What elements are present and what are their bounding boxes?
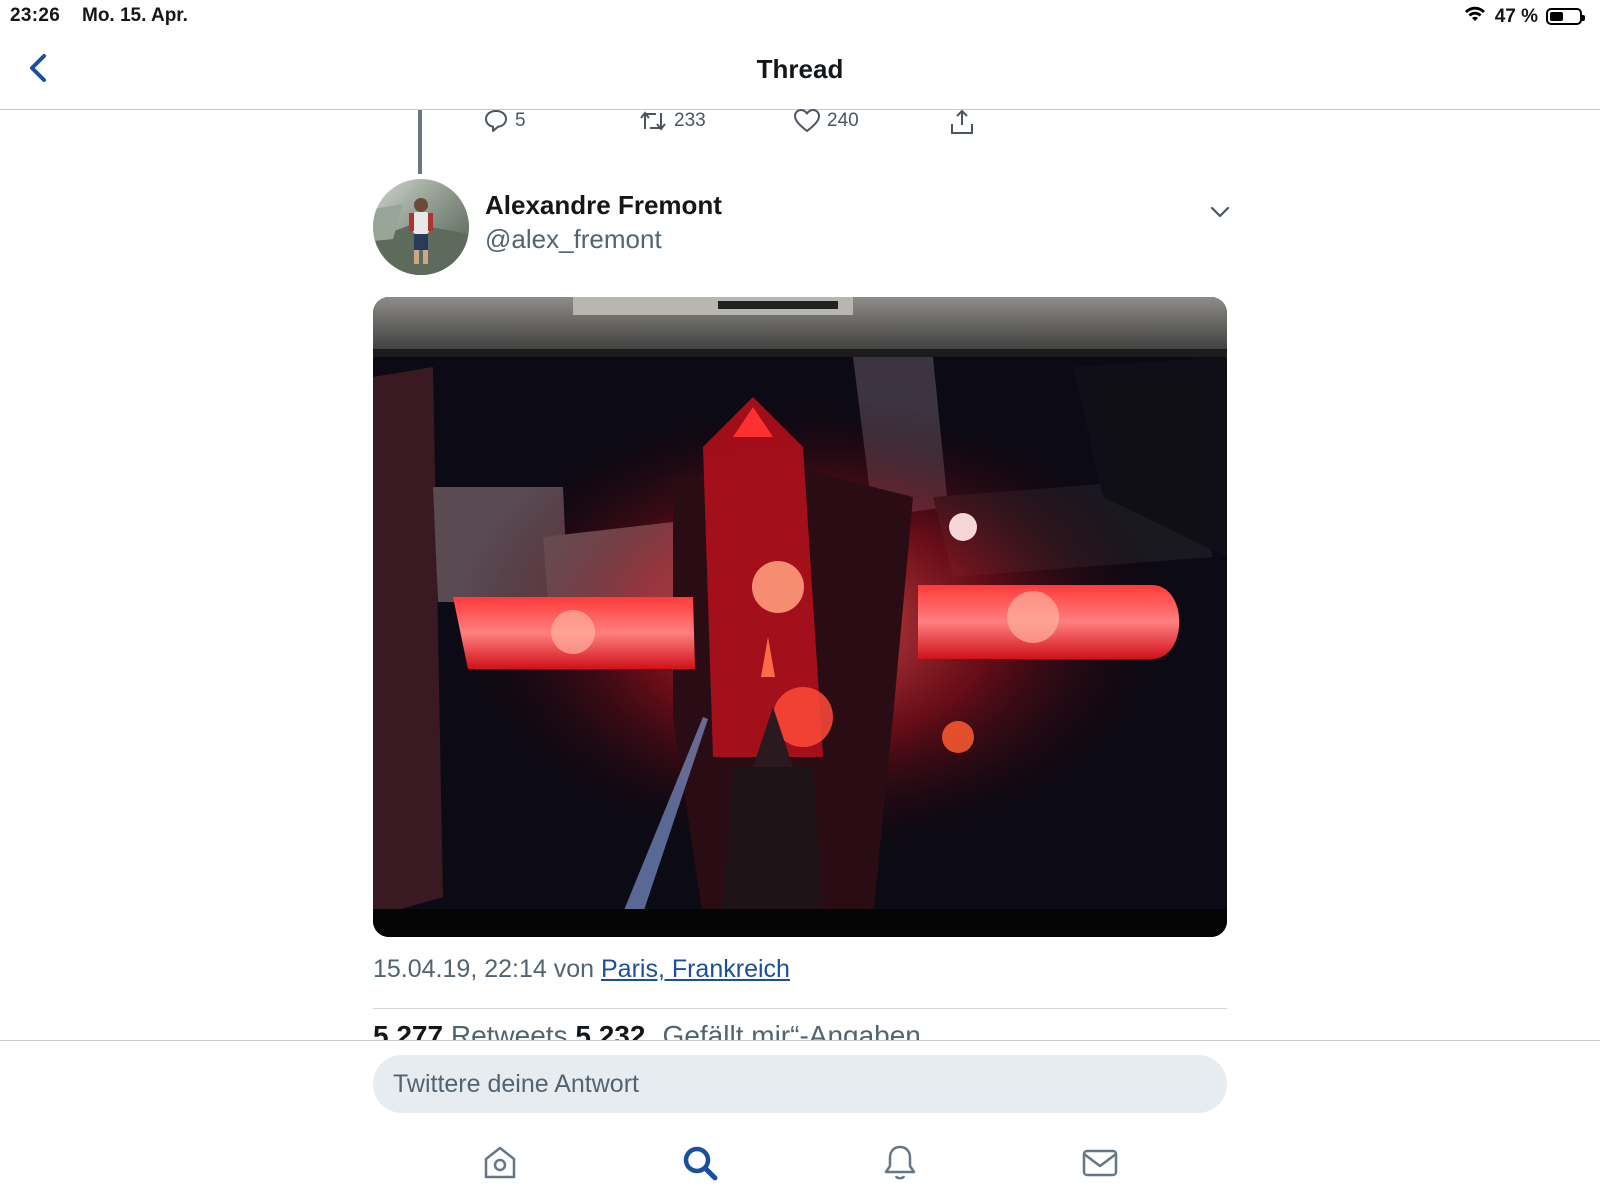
location-link[interactable]: Paris, Frankreich xyxy=(601,955,790,983)
tab-search[interactable] xyxy=(678,1141,722,1185)
share-button[interactable] xyxy=(948,108,976,136)
author-name[interactable]: Alexandre Fremont xyxy=(485,190,722,221)
tab-home[interactable] xyxy=(478,1141,522,1185)
navigation-bar: Thread xyxy=(0,32,1600,110)
battery-level xyxy=(1550,12,1563,21)
avatar[interactable] xyxy=(373,179,469,275)
status-date: Mo. 15. Apr. xyxy=(82,5,188,26)
status-bar: 23:26 Mo. 15. Apr. 47 % xyxy=(0,0,1600,32)
engagement-stats: 5.277 Retweets 5.232 „Gefällt mir“-Angab… xyxy=(373,1020,921,1040)
divider xyxy=(373,1008,1227,1009)
wifi-icon xyxy=(1463,4,1487,29)
reply-count: 5 xyxy=(515,110,526,131)
tweet-photo[interactable] xyxy=(373,297,1227,937)
tweet-options-button[interactable] xyxy=(1207,199,1233,225)
like-button[interactable]: 240 xyxy=(793,108,859,134)
previous-tweet-actions: 5 233 240 xyxy=(483,108,1003,144)
status-time: 23:26 xyxy=(10,5,61,26)
thread-connector xyxy=(418,110,422,174)
tab-messages[interactable] xyxy=(1078,1141,1122,1185)
retweet-count: 233 xyxy=(674,110,706,131)
like-total[interactable]: 5.232 xyxy=(575,1020,645,1040)
search-icon xyxy=(683,1146,718,1181)
heart-icon xyxy=(794,109,820,132)
battery-percentage: 47 % xyxy=(1494,5,1538,27)
retweet-total-label[interactable]: Retweets xyxy=(451,1020,568,1040)
retweet-icon xyxy=(640,111,666,131)
tweet-timestamp: 15.04.19, 22:14 von Paris, Frankreich xyxy=(373,955,790,984)
tab-notifications[interactable] xyxy=(878,1141,922,1185)
like-total-label[interactable]: „Gefällt mir“-Angaben xyxy=(653,1020,921,1040)
reply-composer: Twittere deine Antwort xyxy=(0,1040,1600,1201)
battery-icon xyxy=(1546,8,1585,25)
home-icon xyxy=(484,1146,516,1179)
retweet-total[interactable]: 5.277 xyxy=(373,1020,443,1040)
author-handle[interactable]: @alex_fremont xyxy=(485,224,662,255)
share-icon xyxy=(951,109,973,134)
page-title: Thread xyxy=(756,54,844,84)
timestamp-text: 15.04.19, 22:14 von xyxy=(373,955,595,983)
tab-bar xyxy=(0,1141,1600,1201)
bell-icon xyxy=(884,1145,916,1180)
status-indicators: 47 % xyxy=(1463,4,1585,29)
retweet-button[interactable]: 233 xyxy=(638,108,706,134)
reply-button[interactable]: 5 xyxy=(483,108,526,134)
reply-icon xyxy=(485,110,507,132)
cathedral-fire-photo xyxy=(373,297,1227,937)
mail-icon xyxy=(1082,1149,1118,1177)
chevron-down-icon xyxy=(1210,206,1230,218)
avatar-photo xyxy=(373,179,469,275)
like-count: 240 xyxy=(827,110,859,131)
reply-input[interactable]: Twittere deine Antwort xyxy=(373,1055,1227,1113)
